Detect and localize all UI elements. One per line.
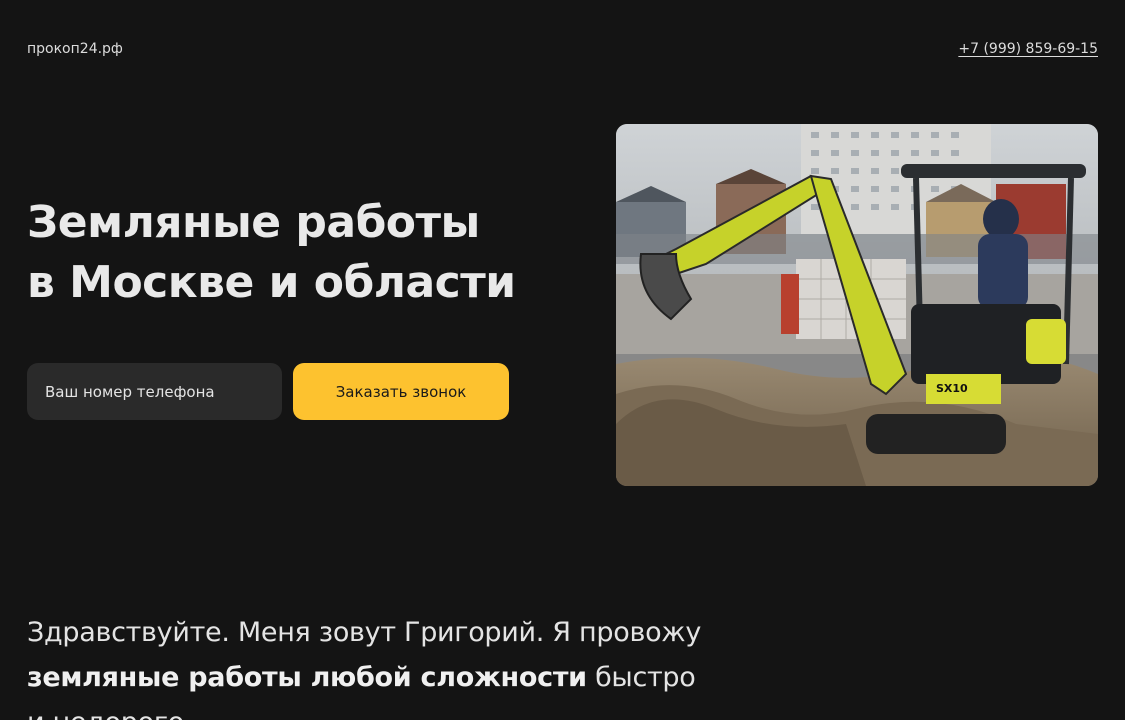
intro-text-part-1: Здравствуйте. Меня зовут Григорий. Я про… (27, 617, 701, 648)
intro-text-part-3: и недорого. (27, 707, 193, 720)
excavator-model-text: SX10 (936, 382, 968, 395)
excavator-photo: SX10 (616, 124, 1098, 486)
site-logo-text[interactable]: прокоп24.рф (27, 41, 123, 57)
landing-page: прокоп24.рф +7 (999) 859-69-15 Земляные … (0, 0, 1125, 720)
hero-title: Земляные работы в Москве и области (27, 193, 587, 313)
hero-title-line-2: в Москве и области (27, 257, 516, 308)
excavator-photo-illustration: SX10 (616, 124, 1098, 486)
intro-text-part-2: быстро (586, 662, 696, 693)
intro-text: Здравствуйте. Меня зовут Григорий. Я про… (27, 610, 707, 720)
order-call-button[interactable]: Заказать звонок (293, 363, 509, 420)
intro-text-highlight: земляные работы любой сложности (27, 662, 587, 693)
phone-number-input[interactable] (27, 363, 282, 420)
hero-title-line-1: Земляные работы (27, 197, 480, 248)
header-phone-link[interactable]: +7 (999) 859-69-15 (958, 41, 1098, 57)
